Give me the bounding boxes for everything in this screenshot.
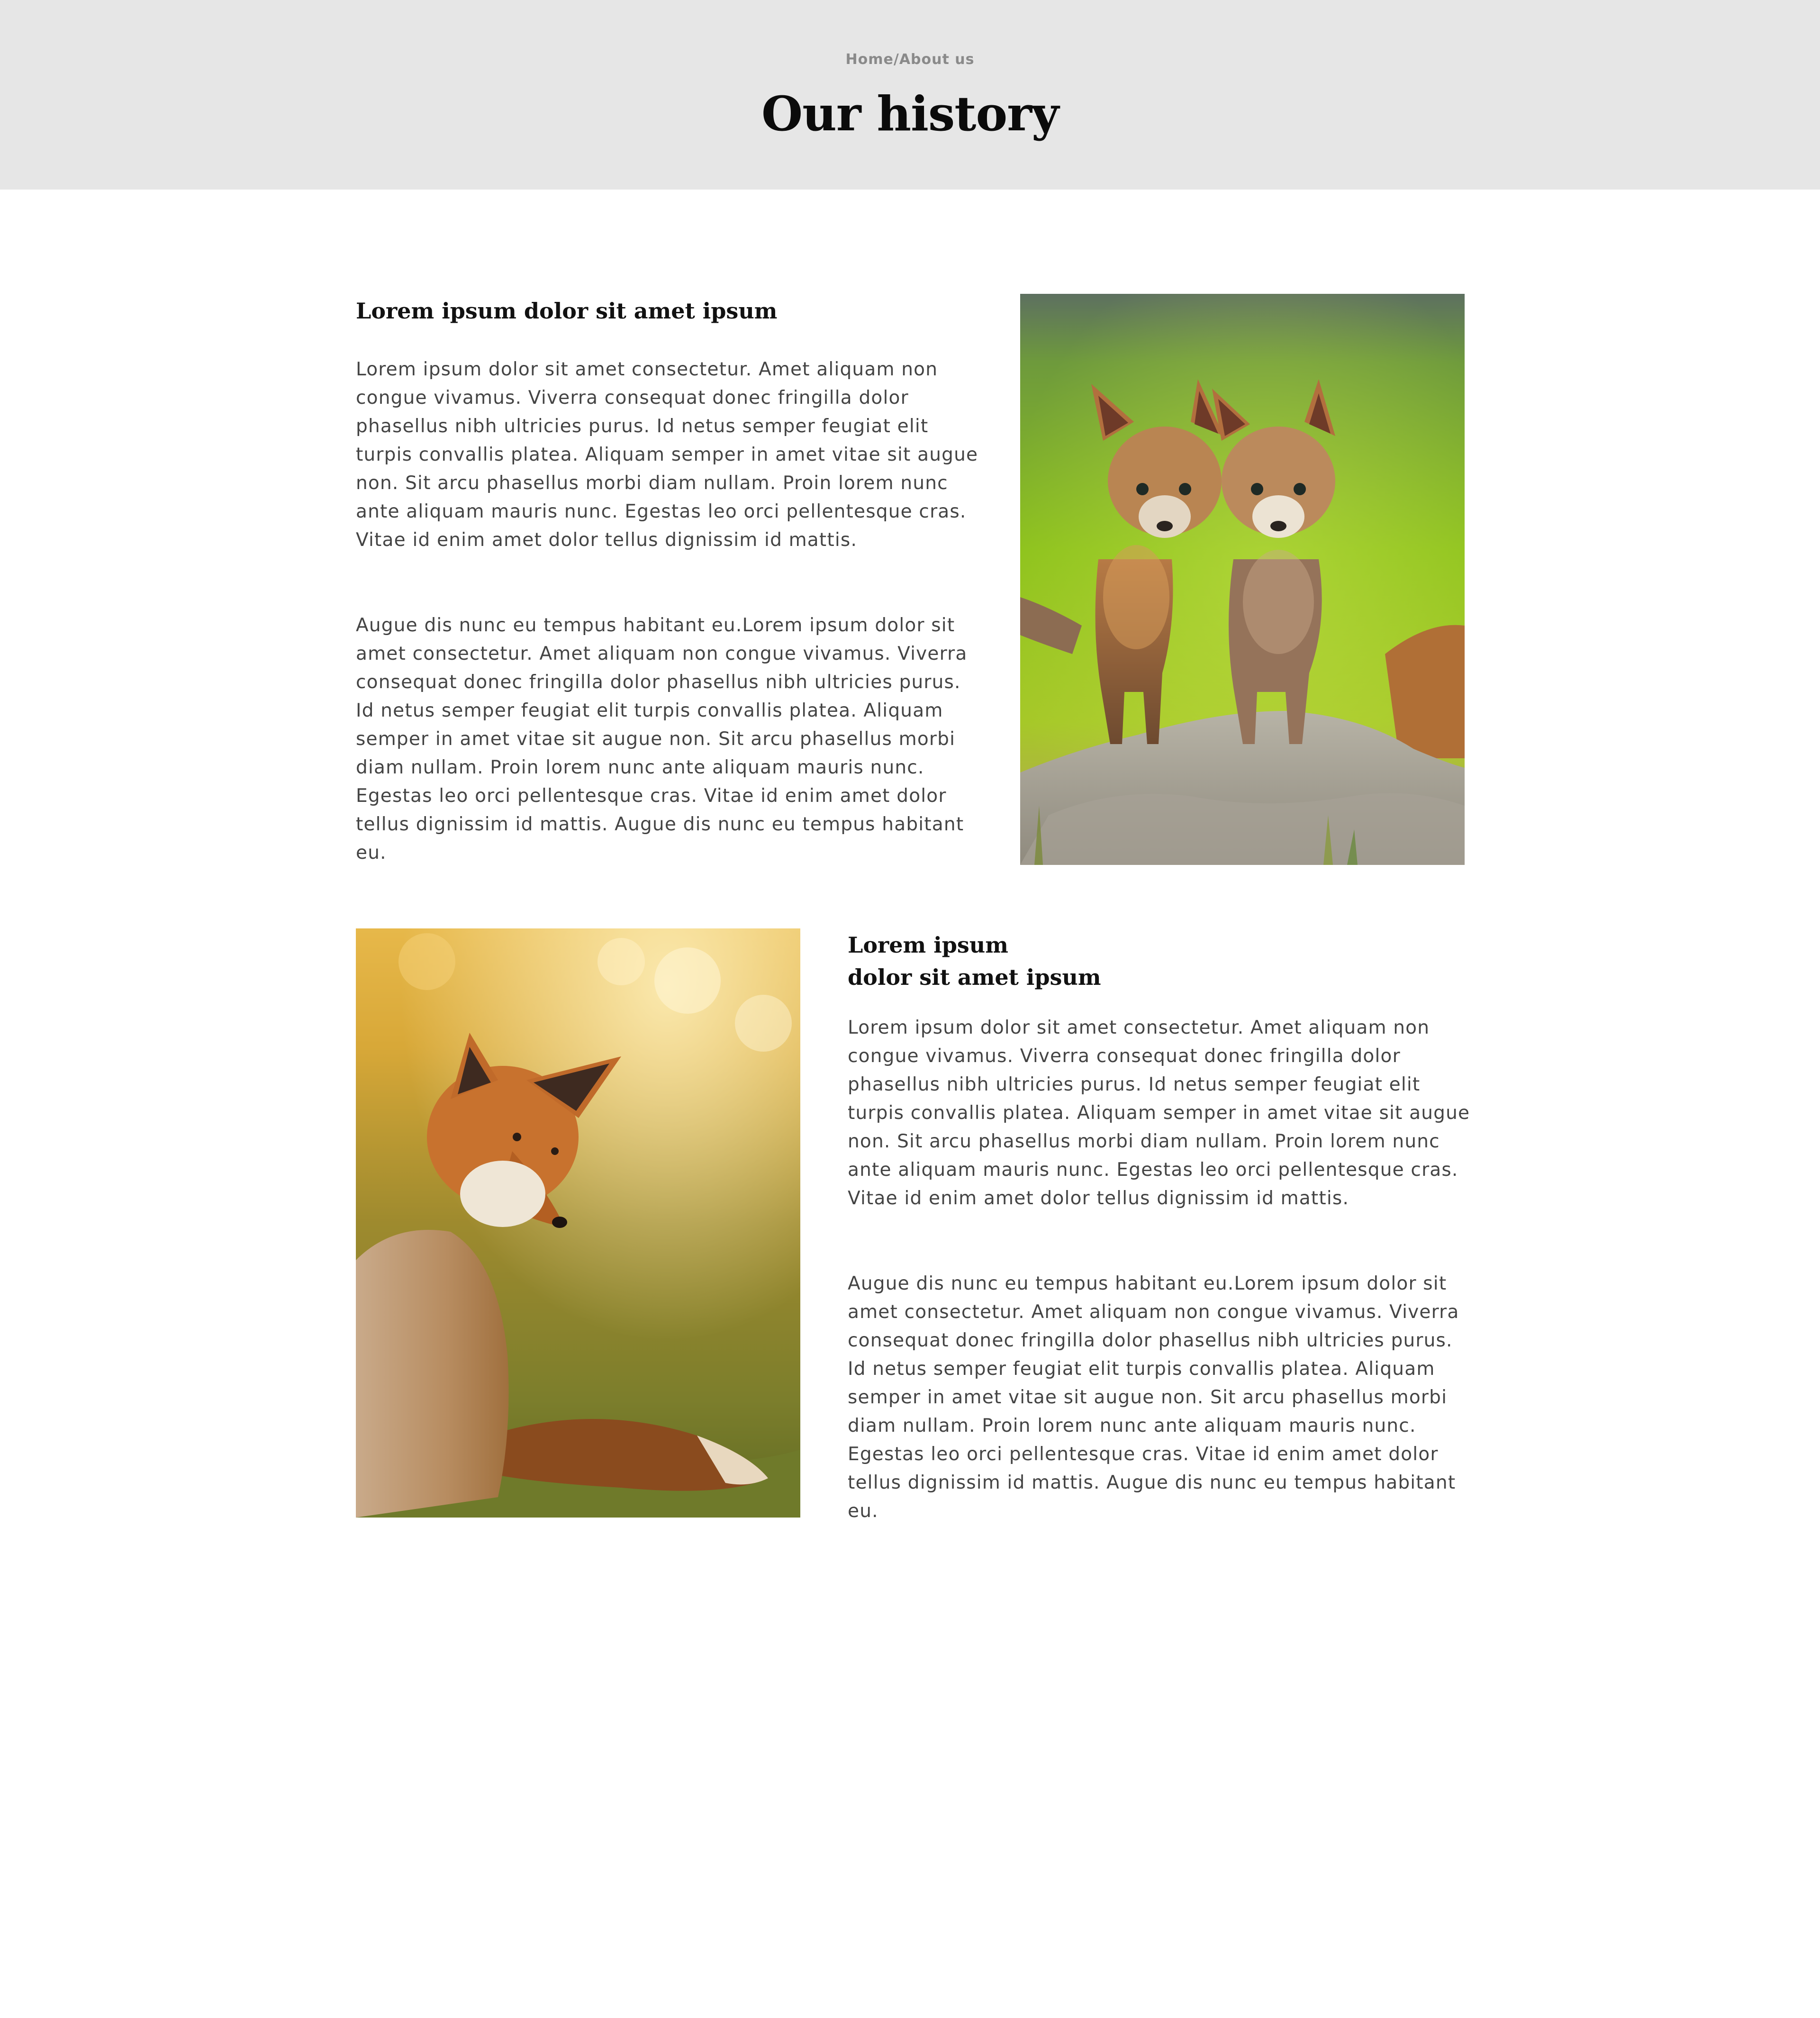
section-2-heading: Lorem ipsum dolor sit amet ipsum (848, 929, 1101, 993)
section-2-heading-line-1: Lorem ipsum (848, 932, 1008, 958)
breadcrumb-current: About us (899, 51, 975, 68)
section-1-heading: Lorem ipsum dolor sit amet ipsum (356, 295, 777, 327)
breadcrumb: Home/About us (0, 51, 1820, 68)
section-1-paragraph-1: Lorem ipsum dolor sit amet consectetur. … (356, 359, 978, 551)
section-1-paragraph-2: Augue dis nunc eu tempus habitant eu.Lor… (356, 615, 968, 864)
red-fox-sitting-photo (356, 928, 800, 1518)
two-fox-cubs-photo (1020, 294, 1465, 865)
breadcrumb-separator: / (893, 51, 899, 68)
section-2-paragraph-2: Augue dis nunc eu tempus habitant eu.Lor… (848, 1273, 1459, 1522)
section-2-heading-line-2: dolor sit amet ipsum (848, 964, 1101, 990)
breadcrumb-home-link[interactable]: Home (846, 51, 894, 68)
page-title: Our history (761, 86, 1059, 142)
page-header: Home/About us Our history (0, 0, 1820, 190)
section-1-heading-text: Lorem ipsum dolor sit amet ipsum (356, 298, 778, 324)
section-2-paragraph-1: Lorem ipsum dolor sit amet consectetur. … (848, 1017, 1470, 1209)
